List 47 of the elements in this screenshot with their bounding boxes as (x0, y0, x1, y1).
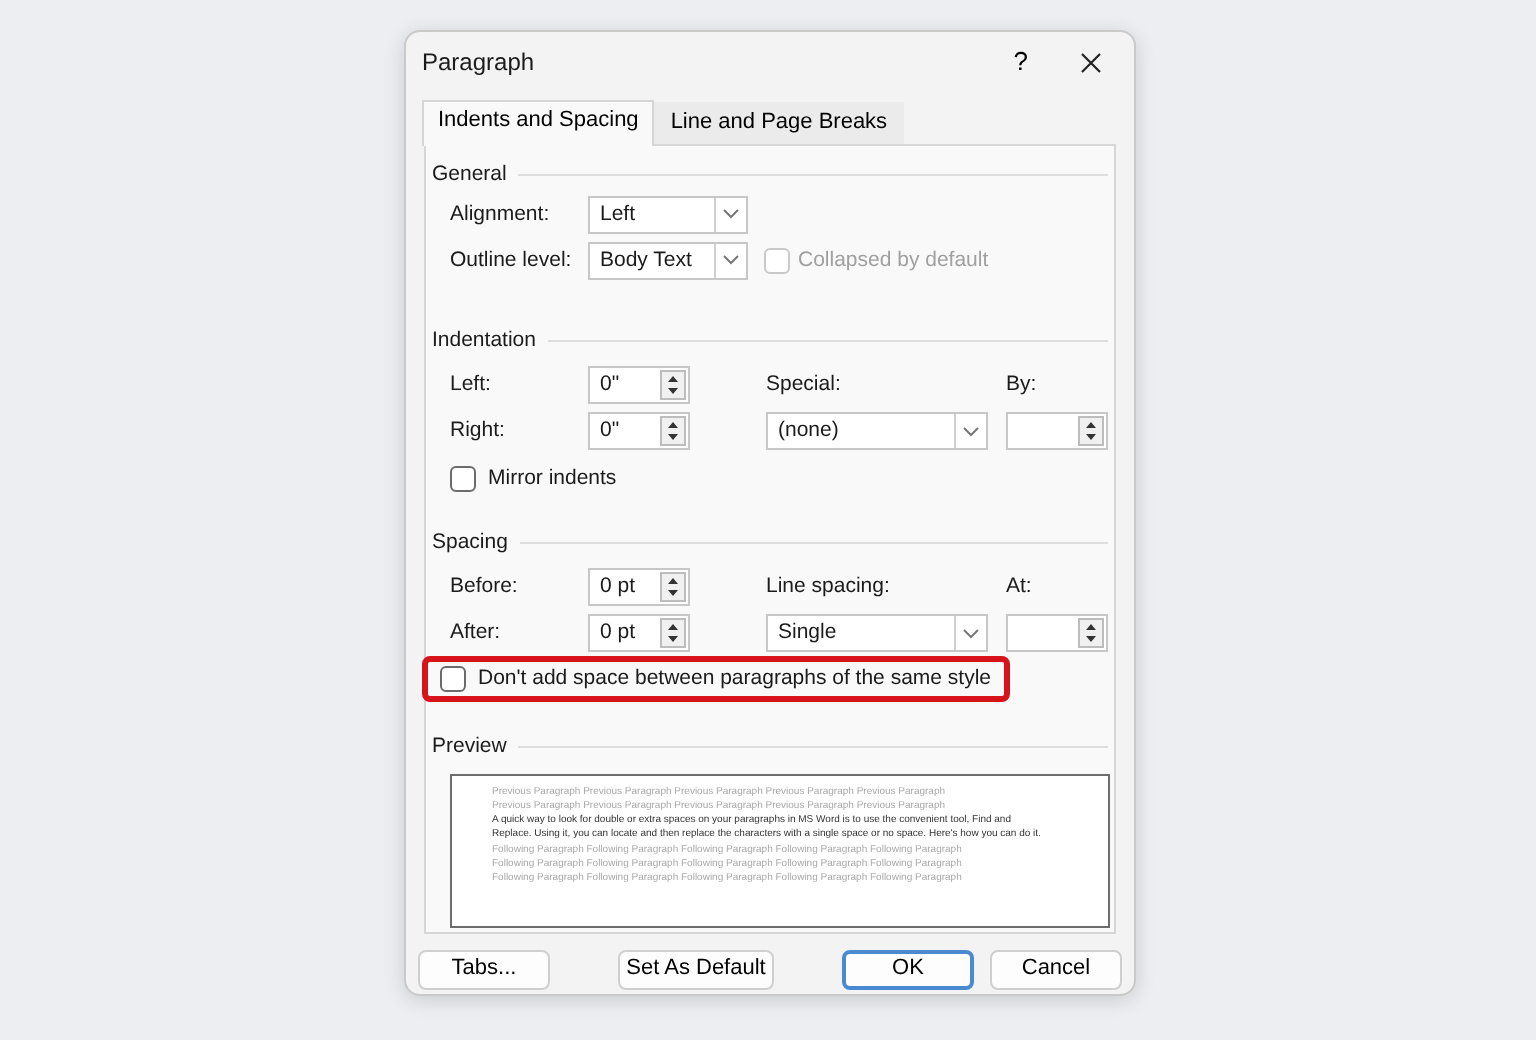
dialog-button[interactable]: Cancel (990, 949, 1122, 990)
field-label: Right: (448, 417, 507, 445)
caret-icon (722, 254, 740, 267)
field-label: After: (448, 620, 503, 647)
window-title: Paragraph (422, 47, 535, 77)
field-label: Line spacing: (766, 574, 892, 601)
spin-arrows-icon[interactable] (1078, 618, 1104, 649)
spin-arrows-icon[interactable] (660, 370, 686, 400)
caret-icon (962, 425, 980, 437)
checkbox[interactable] (440, 666, 466, 693)
section-heading: Preview (432, 734, 507, 761)
spin-field[interactable]: 0" (588, 366, 690, 404)
checkbox-label[interactable]: Mirror indents (488, 466, 617, 493)
special-dropdown[interactable]: (none) (766, 412, 988, 450)
caret-icon (722, 208, 740, 221)
field-label: Outline level: (448, 247, 574, 274)
caret-icon (962, 627, 980, 640)
field-label: By: (1006, 371, 1037, 399)
field-label: At: (1006, 574, 1032, 601)
spin-arrows-icon[interactable] (1078, 416, 1104, 446)
section-heading: Spacing (432, 530, 508, 557)
line-spacing-dropdown[interactable]: Single (766, 614, 988, 653)
dialog-button[interactable]: OK (842, 949, 974, 990)
field-label: Special: (766, 371, 843, 399)
spin-arrows-icon[interactable] (660, 618, 686, 649)
checkbox-label[interactable]: Don't add space between paragraphs of the same style (478, 666, 991, 693)
field-label: Before: (448, 574, 520, 601)
spin-field[interactable]: 0 pt (588, 614, 690, 653)
spin-field[interactable]: 0" (588, 412, 690, 450)
dialog-button[interactable]: Set As Default (618, 949, 774, 990)
spin-arrows-icon[interactable] (660, 572, 686, 603)
section-heading: General (432, 161, 507, 188)
outline-level-dropdown[interactable]: Body Text (588, 241, 748, 280)
checkbox[interactable] (450, 466, 476, 493)
spin-arrows-icon[interactable] (660, 416, 686, 446)
field-label: Left: (448, 371, 493, 399)
tab[interactable]: Indents and Spacing (422, 100, 655, 146)
dialog-button[interactable]: Tabs... (418, 949, 550, 990)
help-button[interactable]: ? (1001, 45, 1040, 79)
spin-field[interactable] (1006, 614, 1108, 653)
spin-field[interactable]: 0 pt (588, 568, 690, 607)
field-label: Alignment: (448, 201, 552, 228)
section-heading: Indentation (432, 327, 536, 354)
spin-field[interactable] (1006, 412, 1108, 450)
checkbox-label: Collapsed by default (798, 247, 989, 274)
tab[interactable]: Line and Page Breaks (654, 102, 904, 144)
alignment-dropdown[interactable]: Left (588, 195, 748, 234)
